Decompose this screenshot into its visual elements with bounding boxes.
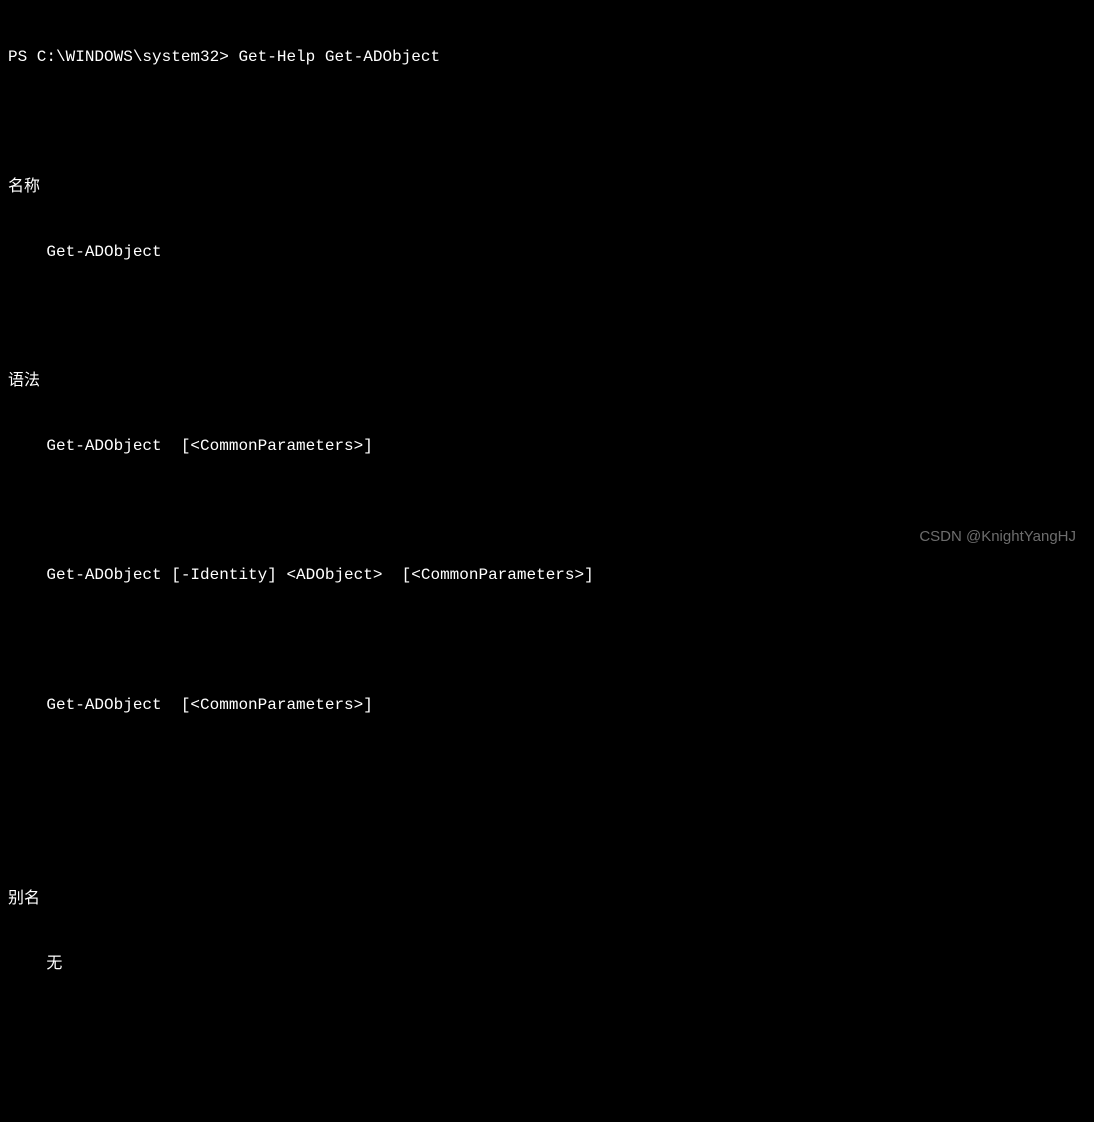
blank-line	[8, 760, 1086, 782]
syntax-line: Get-ADObject [<CommonParameters>]	[8, 436, 1086, 458]
blank-line	[8, 825, 1086, 847]
syntax-line: Get-ADObject [-Identity] <ADObject> [<Co…	[8, 565, 1086, 587]
section-alias-value: 无	[8, 954, 1086, 976]
blank-line	[8, 1084, 1086, 1106]
section-syntax-header: 语法	[8, 371, 1086, 393]
blank-line	[8, 306, 1086, 328]
blank-line	[8, 112, 1086, 134]
watermark: CSDN @KnightYangHJ	[919, 527, 1076, 547]
prompt-path: PS C:\WINDOWS\system32>	[8, 48, 238, 66]
prompt-command: Get-Help Get-ADObject	[238, 48, 440, 66]
syntax-line: Get-ADObject [<CommonParameters>]	[8, 695, 1086, 717]
blank-line	[8, 501, 1086, 523]
blank-line	[8, 1019, 1086, 1041]
section-alias-header: 别名	[8, 889, 1086, 911]
prompt-line[interactable]: PS C:\WINDOWS\system32> Get-Help Get-ADO…	[8, 47, 1086, 69]
terminal-output: PS C:\WINDOWS\system32> Get-Help Get-ADO…	[8, 4, 1086, 1122]
section-name-value: Get-ADObject	[8, 242, 1086, 264]
blank-line	[8, 630, 1086, 652]
section-name-header: 名称	[8, 177, 1086, 199]
